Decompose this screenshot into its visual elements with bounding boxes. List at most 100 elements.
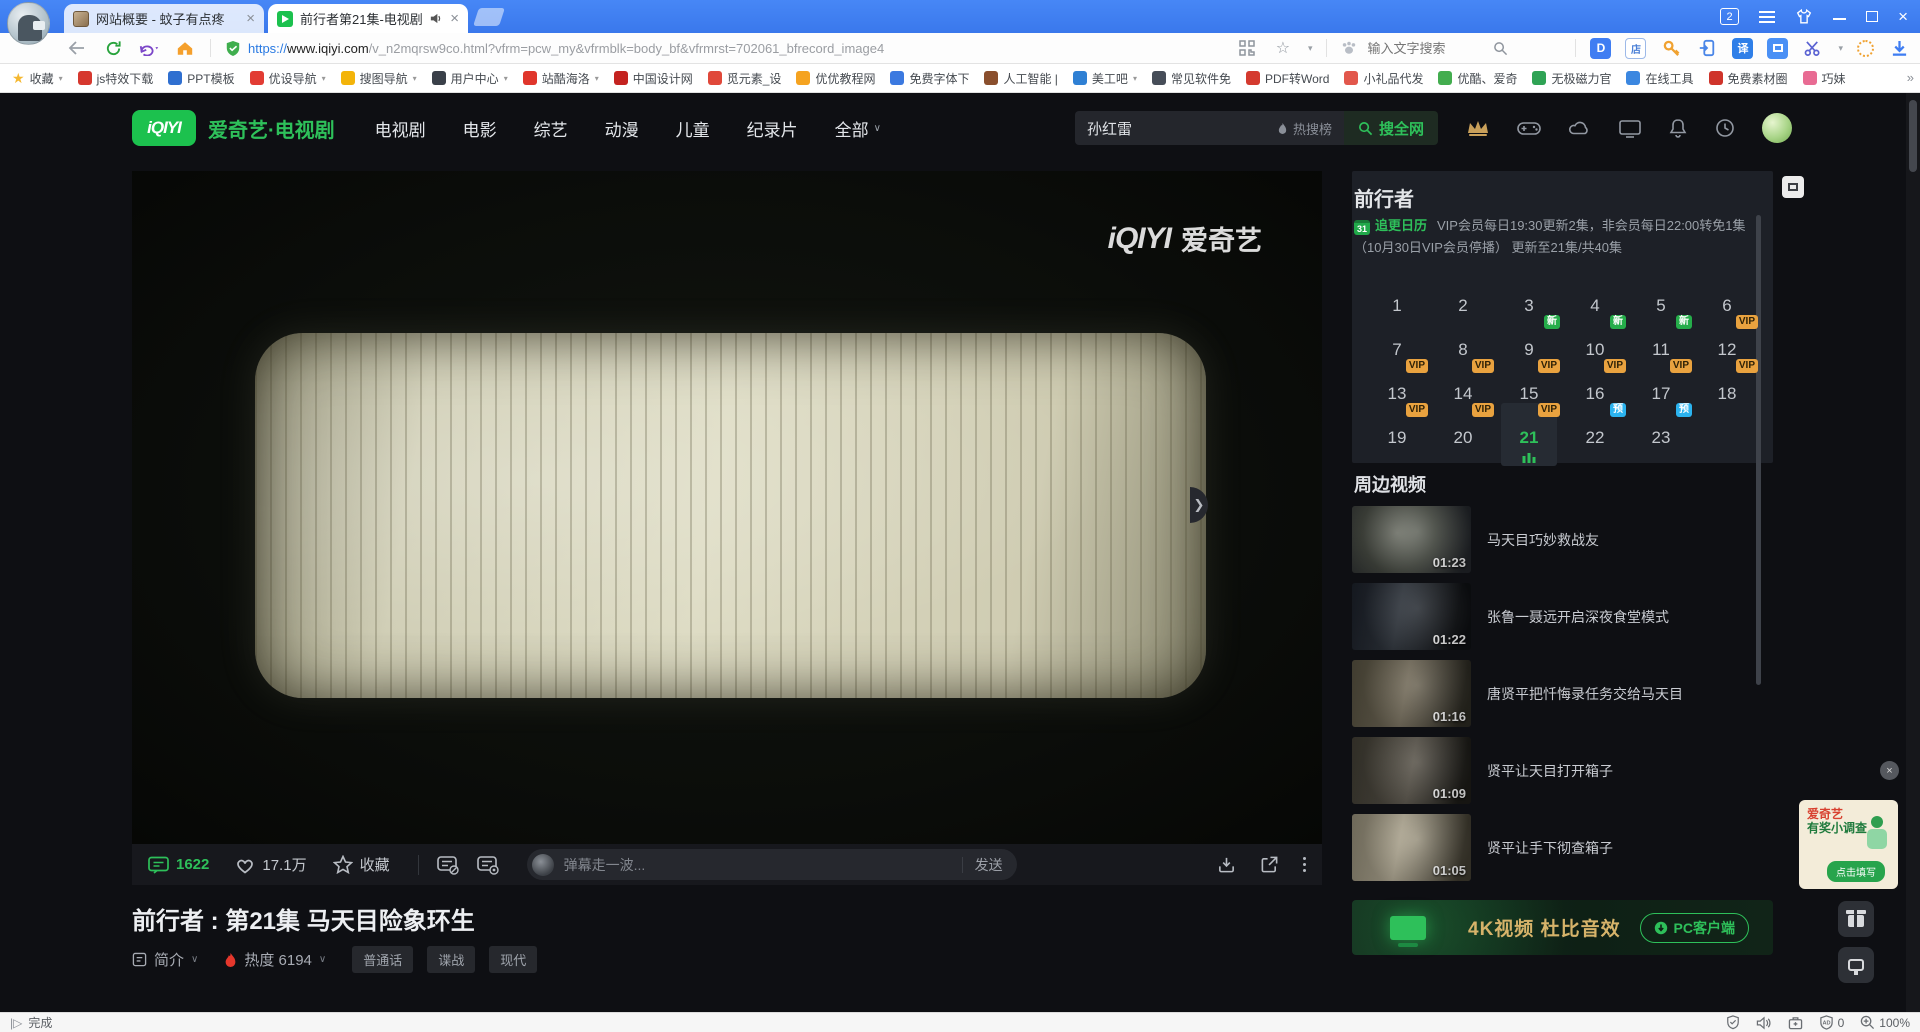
- episode-2[interactable]: 2: [1430, 275, 1496, 319]
- video-thumbnail[interactable]: 01:16: [1352, 660, 1471, 727]
- more-tools-icon[interactable]: [1857, 40, 1874, 57]
- episode-1[interactable]: 1: [1364, 275, 1430, 319]
- pc-client-banner[interactable]: 4K视频 杜比音效 PC客户端: [1352, 900, 1773, 955]
- toolbar-search-input[interactable]: [1365, 40, 1485, 57]
- video-tag[interactable]: 普通话: [352, 946, 413, 973]
- calendar-label[interactable]: 追更日历: [1375, 218, 1427, 233]
- danmu-settings-icon[interactable]: [477, 855, 499, 875]
- browser-tab-2[interactable]: 前行者第21集-电视剧 ×: [268, 4, 468, 33]
- menu-hamburger-icon[interactable]: [1759, 11, 1775, 23]
- phone-transfer-extension-icon[interactable]: [1696, 37, 1718, 59]
- bookmark-item[interactable]: ★收藏▾: [12, 70, 63, 87]
- new-tab-button[interactable]: [473, 8, 505, 26]
- survey-promo-card[interactable]: 爱奇艺 有奖小调查 点击填写: [1799, 800, 1898, 889]
- site-nav-item[interactable]: 纪录片: [747, 116, 798, 141]
- status-medkit-icon[interactable]: [1788, 1016, 1803, 1030]
- episode-12[interactable]: 12VIP: [1694, 319, 1760, 363]
- video-tag[interactable]: 现代: [489, 946, 537, 973]
- episode-4[interactable]: 4: [1562, 275, 1628, 319]
- episode-23[interactable]: 23预: [1628, 407, 1694, 451]
- close-window-button[interactable]: ×: [1898, 8, 1908, 25]
- service-float-button[interactable]: [1838, 947, 1874, 983]
- float-panel-icon[interactable]: [1782, 176, 1804, 198]
- episode-15[interactable]: 15VIP: [1496, 363, 1562, 407]
- bookmark-item[interactable]: 中国设计网: [614, 70, 693, 87]
- window-extension-icon[interactable]: [1767, 38, 1788, 59]
- bookmark-item[interactable]: 人工智能 |: [984, 70, 1057, 87]
- episode-9[interactable]: 9新: [1496, 319, 1562, 363]
- bookmark-item[interactable]: 觅元素_设: [708, 70, 782, 87]
- site-nav-item[interactable]: 电影: [463, 116, 497, 141]
- danmu-input[interactable]: [554, 857, 962, 873]
- like-group[interactable]: 17.1万: [235, 854, 306, 875]
- status-speaker-icon[interactable]: [1756, 1016, 1772, 1030]
- screenshot-scissors-icon[interactable]: [1802, 37, 1824, 59]
- search-magnifier-icon[interactable]: [1493, 41, 1508, 56]
- user-avatar[interactable]: [1762, 113, 1792, 143]
- episode-5[interactable]: 5: [1628, 275, 1694, 319]
- downloads-icon[interactable]: [1888, 37, 1910, 59]
- zoom-control[interactable]: 100%: [1860, 1015, 1910, 1030]
- episode-20[interactable]: 20VIP: [1430, 407, 1496, 451]
- favorite-group[interactable]: 收藏: [333, 854, 390, 875]
- episode-22[interactable]: 22预: [1562, 407, 1628, 451]
- key-extension-icon[interactable]: [1660, 37, 1682, 59]
- danmu-input-box[interactable]: 发送: [527, 849, 1017, 880]
- bell-icon[interactable]: [1668, 118, 1688, 138]
- sidebar-scrollbar-thumb[interactable]: [1756, 215, 1761, 685]
- episode-8[interactable]: 8: [1430, 319, 1496, 363]
- video-thumbnail[interactable]: 01:09: [1352, 737, 1471, 804]
- notes-extension-icon[interactable]: 店: [1625, 38, 1646, 59]
- related-video-item[interactable]: 01:16唐贤平把忏悔录任务交给马天目: [1352, 660, 1762, 727]
- bookmark-item[interactable]: 搜图导航▾: [341, 70, 417, 87]
- bookmark-item[interactable]: js特效下载: [78, 70, 154, 87]
- iqiyi-logo[interactable]: iQIYI: [132, 110, 196, 146]
- intro-toggle[interactable]: 简介∨: [132, 949, 198, 970]
- browser-logo[interactable]: [7, 2, 50, 45]
- undo-history-icon[interactable]: [138, 37, 160, 59]
- promo-close-icon[interactable]: ×: [1880, 761, 1899, 780]
- status-shield-icon[interactable]: [1726, 1015, 1740, 1030]
- bookmark-item[interactable]: 用户中心▾: [432, 70, 508, 87]
- episode-21[interactable]: 21VIP: [1496, 407, 1562, 451]
- vip-crown-icon[interactable]: [1466, 118, 1490, 138]
- address-bar[interactable]: https://www.iqiyi.com/v_n2mqrsw9co.html?…: [225, 40, 1222, 57]
- tab2-audio-icon[interactable]: [429, 12, 442, 25]
- bookmarks-overflow-icon[interactable]: »: [1907, 70, 1914, 85]
- bookmark-item[interactable]: 优优教程网: [796, 70, 875, 87]
- video-player[interactable]: iQIYI 爱奇艺: [132, 171, 1322, 844]
- bookmark-item[interactable]: 站酷海洛▾: [523, 70, 599, 87]
- qr-code-icon[interactable]: [1236, 37, 1258, 59]
- bookmark-item[interactable]: 无极磁力官: [1532, 70, 1611, 87]
- episode-19[interactable]: 19VIP: [1364, 407, 1430, 451]
- episode-11[interactable]: 11新: [1628, 319, 1694, 363]
- bookmark-item[interactable]: 巧妹: [1803, 70, 1846, 87]
- episode-7[interactable]: 7: [1364, 319, 1430, 363]
- toolbar-search[interactable]: [1341, 40, 1561, 57]
- refresh-icon[interactable]: [102, 37, 124, 59]
- heat-indicator[interactable]: 热度 6194∨: [224, 949, 326, 970]
- episode-18[interactable]: 18VIP: [1694, 363, 1760, 407]
- bookmark-item[interactable]: 免费字体下: [890, 70, 969, 87]
- episode-10[interactable]: 10新: [1562, 319, 1628, 363]
- danmu-count-group[interactable]: 1622: [148, 856, 209, 874]
- ad-blocker-status[interactable]: AD 0: [1819, 1015, 1845, 1030]
- history-clock-icon[interactable]: [1715, 118, 1735, 138]
- more-options-icon[interactable]: [1303, 857, 1306, 872]
- video-tag[interactable]: 谍战: [427, 946, 475, 973]
- site-nav-item[interactable]: 电视剧: [375, 116, 426, 141]
- scissors-caret-icon[interactable]: ▾: [1838, 43, 1843, 54]
- page-scrollbar-thumb[interactable]: [1909, 100, 1917, 172]
- tab-count-badge[interactable]: 2: [1720, 8, 1739, 25]
- home-icon[interactable]: [174, 37, 196, 59]
- tab2-close-icon[interactable]: ×: [450, 11, 459, 26]
- bookmark-item[interactable]: 优酷、爱奇: [1438, 70, 1517, 87]
- video-thumbnail[interactable]: 01:23: [1352, 506, 1471, 573]
- skin-shirt-icon[interactable]: [1795, 8, 1813, 25]
- site-search-input[interactable]: [1075, 111, 1265, 145]
- back-icon[interactable]: [66, 37, 88, 59]
- site-nav-item[interactable]: 全部∨: [835, 116, 881, 141]
- page-scrollbar[interactable]: [1906, 93, 1920, 1012]
- hot-search-button[interactable]: 热搜榜: [1265, 111, 1344, 145]
- danmu-toggle-icon[interactable]: [437, 855, 459, 875]
